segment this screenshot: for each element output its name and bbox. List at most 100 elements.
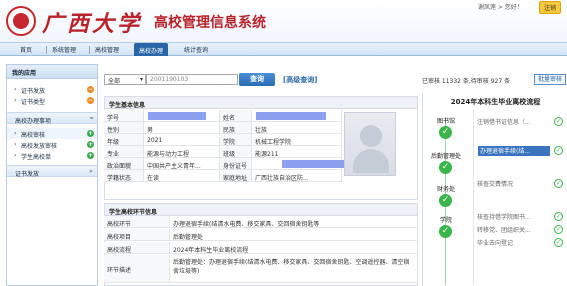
sidebar-item-label: 学生高校单 (21, 154, 52, 161)
sidebar-item-label: 证书发放 (21, 88, 46, 95)
value-enrollment-status: 在读 (144, 170, 220, 182)
label-class: 班级 (220, 146, 252, 158)
expand-chevron-icon: » (89, 168, 93, 175)
redaction-student-id (148, 112, 206, 120)
nav-system-management[interactable]: 系统管理 (52, 45, 76, 54)
search-input[interactable]: 2001190103 (146, 74, 238, 85)
sidebar-title: 我的应用 (7, 65, 97, 79)
batch-review-button[interactable]: 批量审核 (534, 74, 566, 85)
sidebar-item-label: 证书类型 (21, 99, 46, 106)
value-home-address: 广西壮族自治区防... (252, 170, 342, 182)
check-icon: ✓ (554, 179, 563, 188)
search-button[interactable]: 查询 (239, 73, 275, 86)
avatar-head (360, 125, 382, 147)
label-ethnicity: 民族 (220, 122, 252, 134)
student-photo-placeholder-icon (344, 112, 396, 176)
flow-divider (473, 111, 474, 285)
label-college: 学院 (220, 134, 252, 146)
value-college: 机械工程学院 (252, 134, 342, 146)
add-icon[interactable]: + (87, 141, 94, 148)
check-circle-icon: ✓ (439, 161, 452, 174)
sidebar-item-college-review[interactable]: › 高校审核 + (7, 128, 97, 139)
label-home-address: 家庭地址 (220, 170, 252, 182)
student-info-title: 学生基本信息 (105, 97, 417, 109)
value-political-status: 中国共产主义青年... (144, 158, 220, 170)
check-icon: ✓ (554, 238, 563, 247)
flow-step-finance-1[interactable]: 核查交费情况 (477, 179, 549, 189)
flow-step-library-1[interactable]: 注销借书证信息（... (477, 117, 549, 127)
value-process-flow: 2024年本科生毕业离校流程 (170, 242, 418, 254)
nav-statistics[interactable]: 统计查询 (184, 45, 208, 54)
dept-library: 图书馆 (436, 118, 455, 125)
process-flow-title: 2024年本科生毕业离校流程 (450, 98, 541, 106)
logout-button[interactable]: 注销 (539, 1, 562, 14)
sidebar: 我的应用 › 证书发放 − › 证书类型 − 高校办理事项 ≈ › 高校审核 +… (6, 64, 98, 286)
sidebar-group-processing[interactable]: 高校办理事项 ≈ (7, 112, 97, 125)
dept-logistics: 后勤管理处 (430, 153, 461, 160)
label-major: 专业 (104, 146, 144, 158)
collapse-chevron-icon: ≈ (89, 115, 95, 122)
label-student-id: 学号 (104, 110, 144, 122)
add-icon[interactable]: + (87, 130, 94, 137)
collapse-icon[interactable]: − (87, 86, 94, 93)
label-enrollment-status: 学籍状态 (104, 170, 144, 182)
value-process-step: 办理退宿手续(结清水电费、移交家具、交回宿舍钥匙等 (170, 216, 418, 228)
label-step-description: 环节描述 (104, 255, 170, 283)
avatar-body (353, 149, 389, 173)
value-process-item: 后勤管理处 (170, 229, 418, 241)
dept-college: 学院 (439, 217, 452, 224)
check-circle-icon: ✓ (439, 194, 452, 207)
add-icon[interactable]: + (87, 152, 94, 159)
chevron-right-icon: › (14, 86, 17, 93)
sidebar-item-certificate-issue[interactable]: › 证书发放 − (7, 84, 97, 95)
nav-divider (46, 46, 47, 54)
advanced-search-link[interactable]: [高级查询] (283, 75, 317, 85)
system-title: 高校管理信息系统 (154, 15, 266, 31)
label-name: 姓名 (220, 110, 252, 122)
sidebar-item-student-form[interactable]: › 学生高校单 + (7, 150, 97, 161)
nav-college-management[interactable]: 高校管理 (95, 45, 119, 54)
dept-finance: 财务处 (436, 186, 455, 193)
redaction-name (256, 112, 326, 120)
label-process-step: 高校环节 (104, 216, 170, 228)
value-step-description: 后勤管理处：办理退宿手续(结清水电费、移交家具、交回宿舍钥匙、空调遥控器、清空宿… (170, 255, 418, 283)
nav-college-processing[interactable]: 高校办理 (134, 43, 169, 56)
flow-step-logistics-1[interactable]: 办理退宿手续(结... (478, 146, 550, 156)
label-gender: 性别 (104, 122, 144, 134)
label-grade: 年级 (104, 134, 144, 146)
sidebar-group-label: 高校办理事项 (15, 118, 52, 125)
chevron-right-icon: › (14, 141, 17, 148)
sidebar-item-label: 高校审核 (21, 132, 46, 139)
check-icon: ✓ (554, 225, 563, 234)
sidebar-item-label: 高校发放审核 (21, 143, 58, 150)
sidebar-item-certificate-type[interactable]: › 证书类型 − (7, 95, 97, 106)
filter-select[interactable]: 全部 ▾ (104, 74, 146, 85)
flow-step-college-1[interactable]: 核查持借学院图书... (477, 212, 549, 222)
label-political-status: 政治面貌 (104, 158, 144, 170)
leave-info-title: 学生高校环节信息 (105, 204, 417, 216)
nav-home[interactable]: 首页 (20, 45, 32, 54)
check-circle-icon: ✓ (439, 126, 452, 139)
value-grade: 2021 (144, 134, 220, 146)
chevron-down-icon: ▾ (139, 76, 143, 83)
value-major: 能源与动力工程 (144, 146, 220, 158)
label-process-flow: 高校流程 (104, 242, 170, 254)
nav-divider (89, 46, 90, 54)
process-flow-panel: 2024年本科生毕业离校流程 图书馆 ✓ 注销借书证信息（... ✓ 后勤管理处… (422, 93, 567, 286)
university-seal-icon (6, 6, 36, 36)
app-header: 广西大学 高校管理信息系统 谢凤莲 > 您好！ 注销 (0, 0, 567, 42)
flow-step-college-3[interactable]: 毕业去向登记 (477, 238, 549, 248)
check-circle-icon: ✓ (439, 225, 452, 238)
flow-step-college-2[interactable]: 转移党、团组织关... (477, 225, 549, 235)
chevron-right-icon: › (14, 130, 17, 137)
sidebar-group-certificate[interactable]: 证书发放 » (7, 165, 97, 178)
sidebar-item-issue-review[interactable]: › 高校发放审核 + (7, 139, 97, 150)
review-stats: 已审核 11332 条,待审核 927 条 (422, 78, 511, 85)
university-logo-text: 广西大学 (42, 11, 143, 37)
value-ethnicity: 壮族 (252, 122, 342, 134)
collapse-icon[interactable]: − (87, 97, 94, 104)
user-greeting[interactable]: 谢凤莲 > 您好！ (478, 2, 523, 11)
chevron-right-icon: › (14, 97, 17, 104)
main-nav: 首页 系统管理 高校管理 高校办理 统计查询 (0, 42, 567, 56)
check-icon: ✓ (554, 146, 563, 155)
